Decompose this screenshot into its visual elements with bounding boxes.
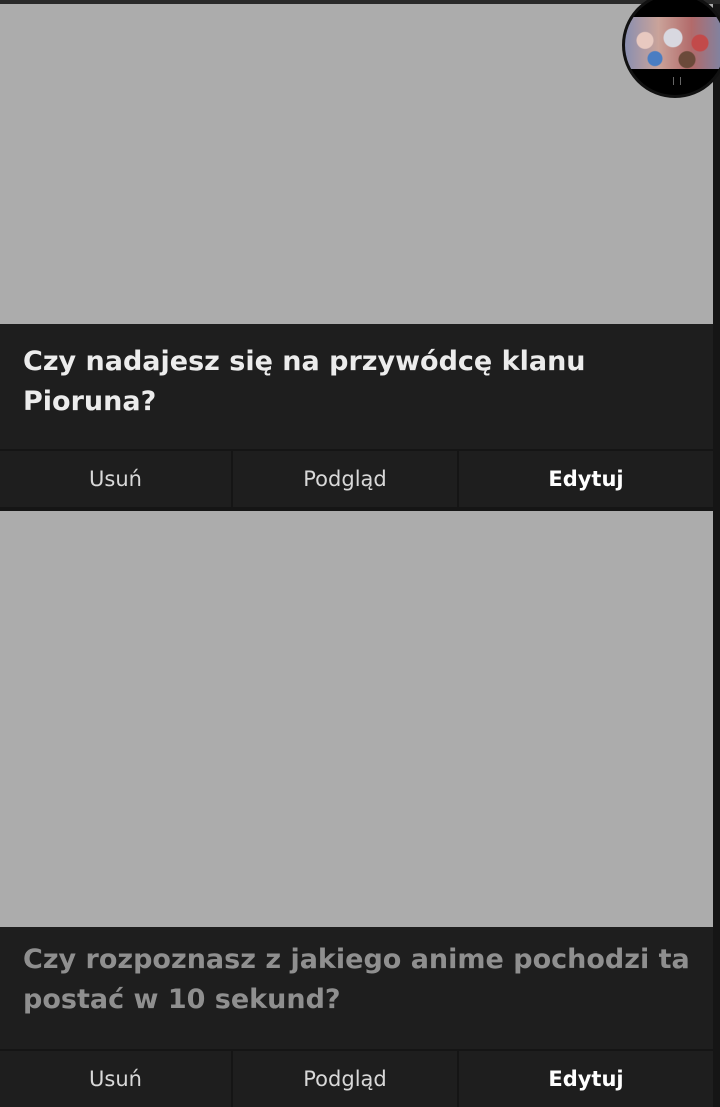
preview-button[interactable]: Podgląd	[233, 451, 459, 507]
avatar-mark-icon	[673, 77, 681, 85]
quiz-thumbnail-placeholder[interactable]	[0, 4, 713, 324]
edit-button[interactable]: Edytuj	[459, 451, 713, 507]
delete-button[interactable]: Usuń	[0, 451, 233, 507]
avatar-image	[625, 17, 720, 69]
quiz-card: Czy nadajesz się na przywódcę klanu Pior…	[0, 4, 713, 507]
quiz-actions: Usuń Podgląd Edytuj	[0, 1049, 713, 1107]
quiz-title[interactable]: Czy rozpoznasz z jakiego anime pochodzi …	[23, 940, 693, 1020]
delete-button[interactable]: Usuń	[0, 1051, 233, 1107]
edit-button[interactable]: Edytuj	[459, 1051, 713, 1107]
quiz-title[interactable]: Czy nadajesz się na przywódcę klanu Pior…	[23, 342, 693, 422]
quiz-thumbnail-placeholder[interactable]	[0, 511, 713, 927]
quiz-card: Czy rozpoznasz z jakiego anime pochodzi …	[0, 511, 713, 1107]
quiz-actions: Usuń Podgląd Edytuj	[0, 449, 713, 507]
preview-button[interactable]: Podgląd	[233, 1051, 459, 1107]
